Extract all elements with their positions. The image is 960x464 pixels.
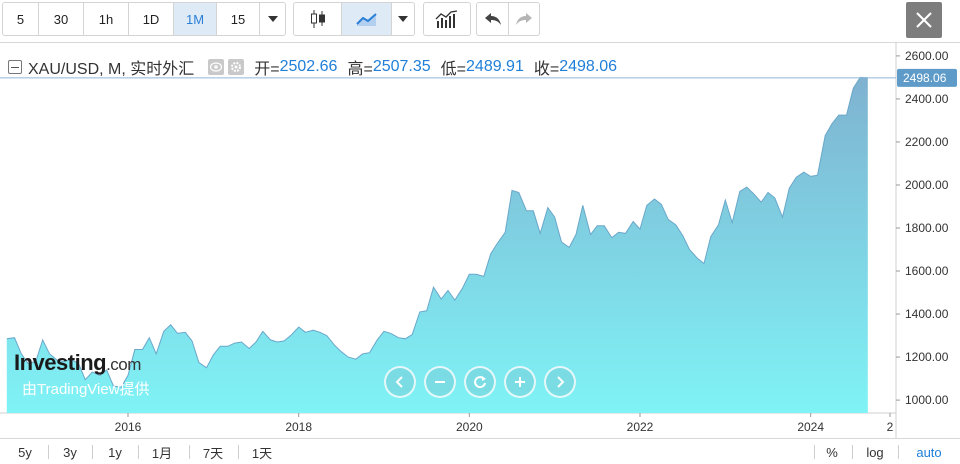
percent-scale-button[interactable]: % — [820, 442, 844, 462]
investing-logo: Investing.com — [14, 350, 141, 375]
y-axis-ticks: 1000.00 1200.00 1400.00 1600.00 1800.00 2000.… — [896, 49, 949, 407]
reset-button[interactable] — [464, 366, 496, 398]
y-tick-label: 2200.00 — [905, 135, 949, 149]
zoom-in-button[interactable] — [504, 366, 536, 398]
chart-widget: 5 30 1h 1D 1M 15 1000.00 1200.00 1400.00… — [0, 0, 960, 464]
x-tick-label: 2016 — [115, 420, 142, 434]
visibility-icon[interactable] — [208, 59, 225, 75]
x-tick-label: 2022 — [627, 420, 654, 434]
high-label: 高= — [347, 61, 373, 78]
low-value: 2489.91 — [466, 58, 524, 75]
x-tick-label: 2020 — [456, 420, 483, 434]
open-label: 开= — [254, 61, 280, 78]
x-axis-ticks: 2016 2018 2020 2022 2024 2 — [115, 413, 894, 434]
chart-navigation — [384, 366, 576, 398]
x-tick-label: 2018 — [285, 420, 312, 434]
last-price-label: 2498.06 — [903, 71, 947, 85]
divider — [48, 445, 49, 459]
zoom-out-button[interactable] — [424, 366, 456, 398]
range-1m-button[interactable]: 1月 — [145, 442, 179, 462]
investing-watermark: Investing.com 由TradingView提供 — [14, 350, 150, 399]
chart-legend: XAU/USD, M, 实时外汇 开= 2502.66 高= 2507.35 低= 2… — [8, 55, 617, 79]
divider — [852, 445, 853, 459]
chevron-right-icon — [557, 376, 565, 388]
x-tick-label: 2024 — [797, 420, 824, 434]
auto-scale-button[interactable]: auto — [908, 442, 950, 462]
divider — [898, 445, 899, 459]
divider — [238, 445, 239, 459]
symbol-label: XAU/USD, M, 实时外汇 — [28, 61, 195, 78]
minus-icon — [435, 381, 445, 383]
y-tick-label: 1000.00 — [905, 393, 949, 407]
log-scale-button[interactable]: log — [860, 442, 890, 462]
range-5y-button[interactable]: 5y — [10, 442, 40, 462]
x-tick-label: 2 — [887, 420, 894, 434]
open-value: 2502.66 — [279, 58, 338, 75]
divider — [138, 445, 139, 459]
high-value: 2507.35 — [372, 58, 431, 75]
reset-icon — [474, 376, 486, 389]
y-tick-label: 1400.00 — [905, 307, 949, 321]
settings-icon[interactable] — [228, 59, 245, 75]
scroll-left-button[interactable] — [384, 366, 416, 398]
low-label: 低= — [440, 61, 467, 78]
chevron-left-icon — [395, 376, 403, 388]
y-tick-label: 2000.00 — [905, 178, 949, 192]
close-label: 收= — [533, 61, 560, 78]
divider — [92, 445, 93, 459]
range-1y-button[interactable]: 1y — [100, 442, 130, 462]
divider — [814, 445, 815, 459]
y-tick-label: 1800.00 — [905, 221, 949, 235]
range-3y-button[interactable]: 3y — [55, 442, 85, 462]
range-7d-button[interactable]: 7天 — [196, 442, 230, 462]
close-value: 2498.06 — [559, 58, 618, 75]
scroll-right-button[interactable] — [544, 366, 576, 398]
provider-label: 由TradingView提供 — [22, 381, 150, 398]
range-1d-button[interactable]: 1天 — [245, 442, 279, 462]
y-tick-label: 1200.00 — [905, 350, 949, 364]
y-tick-label: 2600.00 — [905, 49, 949, 63]
bottom-bar: 5y 3y 1y 1月 7天 1天 % log auto — [0, 438, 960, 464]
y-tick-label: 1600.00 — [905, 264, 949, 278]
y-tick-label: 2400.00 — [905, 92, 949, 106]
divider — [189, 445, 190, 459]
plus-icon — [515, 377, 525, 387]
collapse-legend-button[interactable] — [8, 60, 22, 74]
